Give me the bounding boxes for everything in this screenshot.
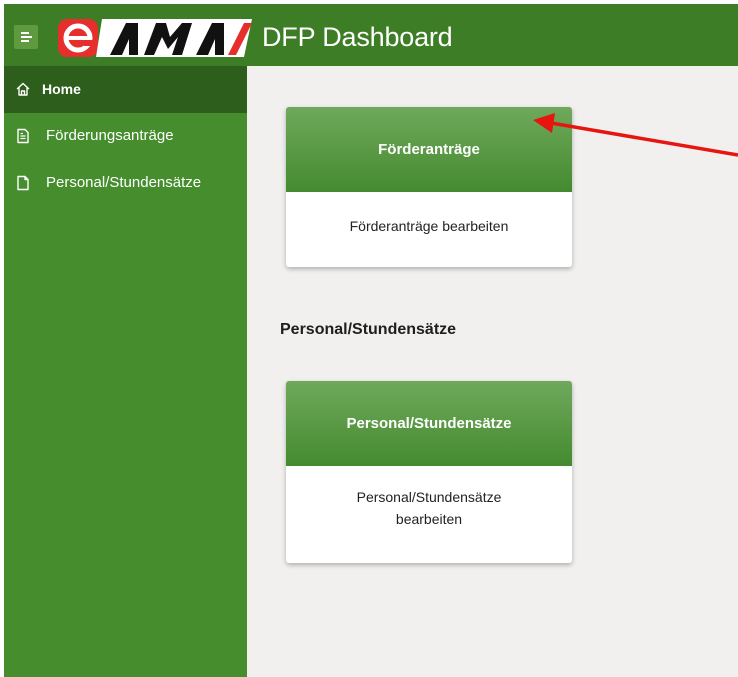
sidebar-item-home[interactable]: Home (4, 66, 247, 113)
eama-logo[interactable] (58, 17, 252, 59)
sidebar-item-label: Home (42, 81, 81, 97)
card-body[interactable]: Personal/Stundensätze bearbeiten (286, 466, 572, 563)
hamburger-menu-icon[interactable] (14, 25, 38, 49)
personal-stundensaetze-card[interactable]: Personal/Stundensätze Personal/Stundensä… (286, 381, 572, 563)
card-header[interactable]: Personal/Stundensätze (286, 381, 572, 466)
card-description: Personal/Stundensätze bearbeiten (356, 489, 502, 527)
foerderantraege-card[interactable]: Förderanträge Förderanträge bearbeiten (286, 107, 572, 267)
home-icon (16, 82, 30, 96)
card-title: Personal/Stundensätze (346, 415, 512, 432)
card-title: Förderanträge (378, 141, 480, 158)
top-bar: DFP Dashboard (4, 4, 738, 66)
sidebar-item-label: Personal/Stundensätze (46, 174, 202, 191)
sidebar: Home Förderungsanträge Personal/Stundens… (4, 66, 247, 677)
document-icon (17, 128, 29, 144)
app-window: DFP Dashboard Home Förderungsanträge Per… (0, 0, 738, 677)
main-content: Förderanträge Förderanträge bearbeiten P… (247, 66, 738, 677)
app-title: DFP Dashboard (262, 22, 453, 52)
sidebar-item-label: Förderungsanträge (46, 127, 174, 144)
card-description: Förderanträge bearbeiten (349, 218, 509, 234)
sidebar-item-foerderungsantraege[interactable]: Förderungsanträge (4, 113, 247, 160)
section-heading: Personal/Stundensätze (280, 321, 457, 338)
card-header[interactable]: Förderanträge (286, 107, 572, 192)
file-icon (17, 175, 29, 191)
card-body[interactable]: Förderanträge bearbeiten (286, 192, 572, 267)
sidebar-item-personal-stundensaetze[interactable]: Personal/Stundensätze (4, 160, 247, 207)
